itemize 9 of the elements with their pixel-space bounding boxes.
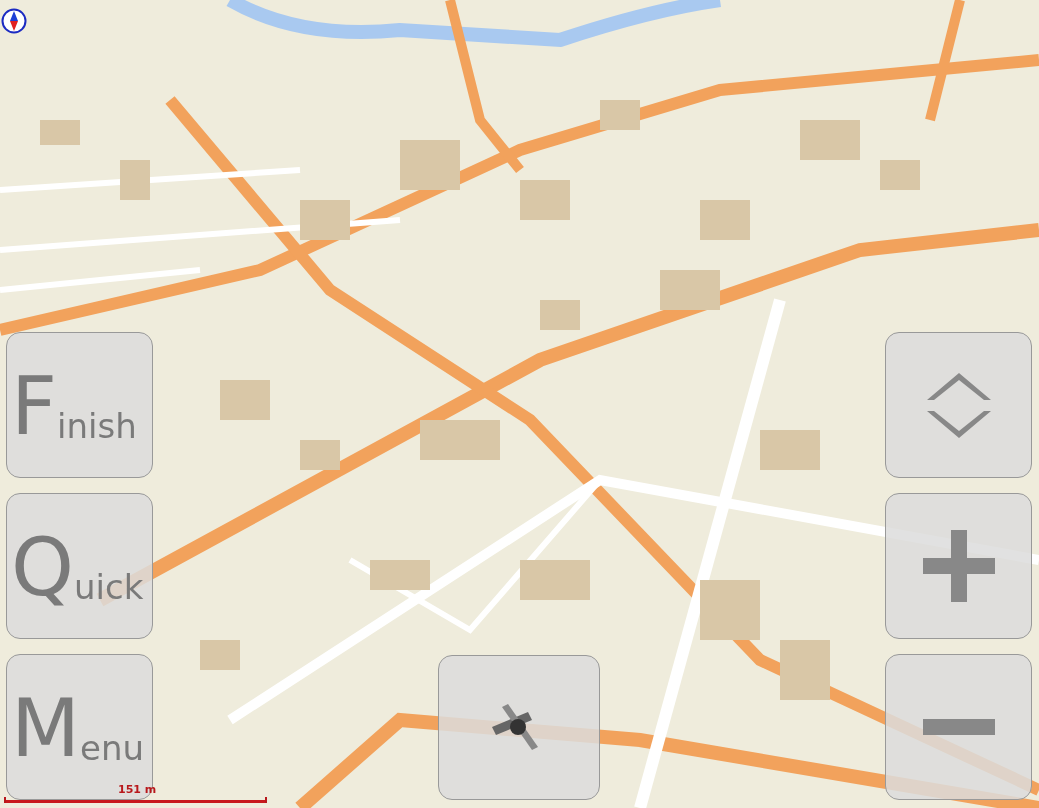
zoom-in-button[interactable]	[885, 493, 1032, 639]
minus-icon	[922, 719, 995, 735]
menu-button[interactable]: Finish	[6, 332, 153, 478]
menu-button[interactable]: Quick	[6, 493, 153, 639]
my-location-button[interactable]	[438, 655, 600, 800]
zoom-toggle-button[interactable]	[885, 332, 1032, 478]
zoom-out-button[interactable]	[885, 654, 1032, 800]
plus-icon	[920, 528, 997, 604]
compass-icon[interactable]	[1, 8, 27, 34]
